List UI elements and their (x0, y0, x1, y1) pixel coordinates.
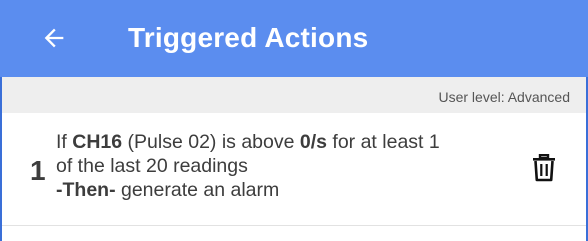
action-line-3: -Then- generate an alarm (56, 179, 280, 201)
trash-icon (533, 154, 555, 182)
arrow-left-icon (44, 28, 64, 48)
user-level-bar: User level: Advanced (2, 77, 586, 113)
app-bar: Triggered Actions (0, 0, 588, 77)
threshold-value: 0/s (299, 131, 327, 153)
action-line-2: of the last 20 readings (56, 155, 248, 177)
action-number: 1 (30, 155, 46, 186)
action-line-1: If CH16 (Pulse 02) is above 0/s for at l… (56, 131, 440, 153)
user-level-text: User level: Advanced (438, 89, 570, 105)
page-title: Triggered Actions (128, 22, 369, 53)
then-label: -Then- (56, 179, 116, 201)
channel-name: CH16 (72, 131, 123, 153)
action-description: If CH16 (Pulse 02) is above 0/s for at l… (56, 130, 440, 202)
list-item[interactable]: 1 If CH16 (Pulse 02) is above 0/s for at… (2, 113, 586, 226)
delete-button[interactable] (522, 146, 566, 190)
back-button[interactable] (30, 14, 78, 62)
